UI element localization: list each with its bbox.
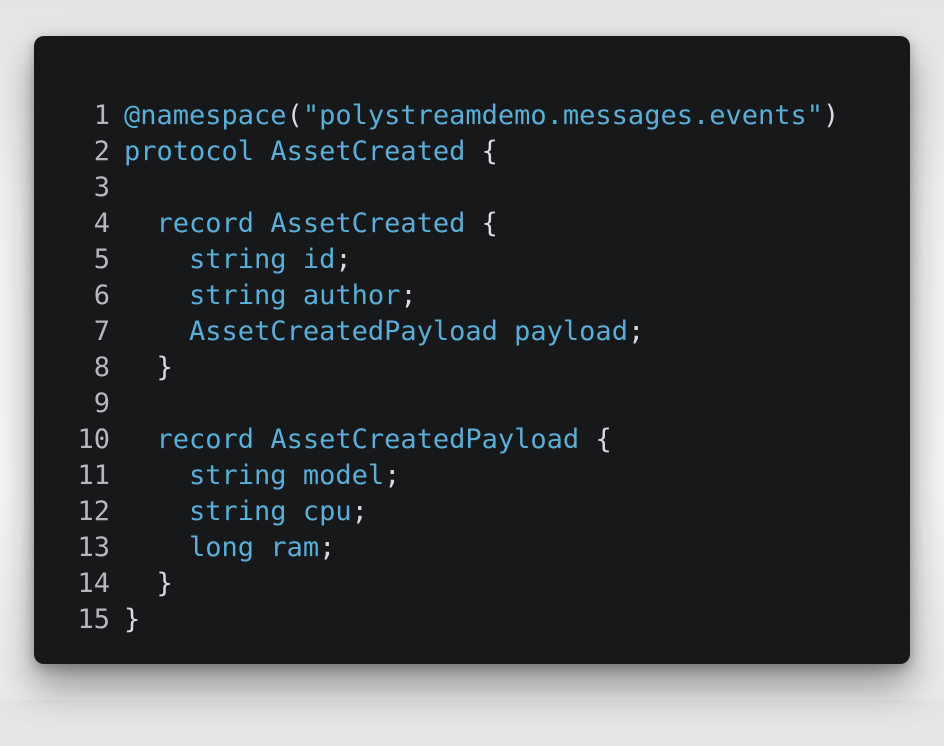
code-line-7: 7 AssetCreatedPayload payload; [34, 314, 910, 350]
keyword: record [156, 424, 255, 455]
keyword: record [156, 208, 255, 239]
identifier: AssetCreatedPayload [270, 424, 580, 455]
line-number: 14 [77, 568, 110, 599]
code-line-10: 10 record AssetCreatedPayload { [34, 422, 910, 458]
keyword: protocol [124, 136, 255, 167]
code-line-8: 8 } [34, 350, 910, 386]
line-number: 6 [93, 280, 110, 311]
identifier: AssetCreated [270, 136, 466, 167]
code-window: 1 @namespace("polystreamdemo.messages.ev… [34, 36, 910, 664]
closing-brace: } [156, 568, 173, 599]
code-line-3: 3 [34, 170, 910, 206]
line-number: 2 [93, 136, 110, 167]
line-number: 15 [77, 604, 110, 635]
line-number: 4 [93, 208, 110, 239]
code-line-4: 4 record AssetCreated { [34, 206, 910, 242]
type: string [189, 496, 287, 527]
line-content: protocol AssetCreated { [124, 136, 498, 167]
line-number: 8 [93, 352, 110, 383]
field-name: payload [514, 316, 628, 347]
code-line-13: 13 long ram; [34, 530, 910, 566]
code-line-14: 14 } [34, 566, 910, 602]
code-line-9: 9 [34, 386, 910, 422]
line-content: } [124, 602, 140, 638]
field-name: author [302, 280, 401, 311]
line-number: 1 [93, 100, 110, 131]
line-number: 12 [77, 496, 110, 527]
line-content: long ram; [189, 532, 336, 563]
code-line-1: 1 @namespace("polystreamdemo.messages.ev… [34, 98, 910, 134]
line-number: 5 [93, 244, 110, 275]
code-line-11: 11 string model; [34, 458, 910, 494]
line-content: } [124, 566, 173, 602]
code-block: 1 @namespace("polystreamdemo.messages.ev… [34, 98, 910, 638]
line-number: 10 [77, 424, 110, 455]
field-name: cpu [302, 496, 352, 527]
code-line-2: 2 protocol AssetCreated { [34, 134, 910, 170]
code-line-5: 5 string id; [34, 242, 910, 278]
type: AssetCreatedPayload [189, 316, 498, 347]
field-name: ram [270, 532, 320, 563]
code-line-6: 6 string author; [34, 278, 910, 314]
type: long [189, 532, 255, 563]
line-content: @namespace("polystreamdemo.messages.even… [124, 100, 840, 131]
line-number: 7 [93, 316, 110, 347]
type: string [189, 280, 287, 311]
line-content: record AssetCreated { [156, 208, 498, 239]
code-line-15: 15 } [34, 602, 910, 638]
identifier: AssetCreated [270, 208, 466, 239]
line-content: string cpu; [189, 496, 368, 527]
line-content: string id; [189, 244, 352, 275]
closing-brace: } [124, 604, 141, 635]
type: string [189, 460, 287, 491]
type: string [189, 244, 287, 275]
code-line-12: 12 string cpu; [34, 494, 910, 530]
closing-brace: } [156, 352, 173, 383]
line-content: string author; [189, 280, 417, 311]
line-number: 9 [93, 388, 110, 419]
line-content: record AssetCreatedPayload { [156, 424, 612, 455]
line-content: string model; [189, 460, 401, 491]
namespace-annotation: @namespace [124, 100, 287, 131]
line-content: AssetCreatedPayload payload; [189, 316, 645, 347]
field-name: id [302, 244, 336, 275]
line-number: 13 [77, 532, 110, 563]
field-name: model [302, 460, 385, 491]
line-number: 11 [77, 460, 110, 491]
line-content: } [124, 350, 173, 386]
line-number: 3 [93, 172, 110, 203]
namespace-string: "polystreamdemo.messages.events" [302, 100, 823, 131]
